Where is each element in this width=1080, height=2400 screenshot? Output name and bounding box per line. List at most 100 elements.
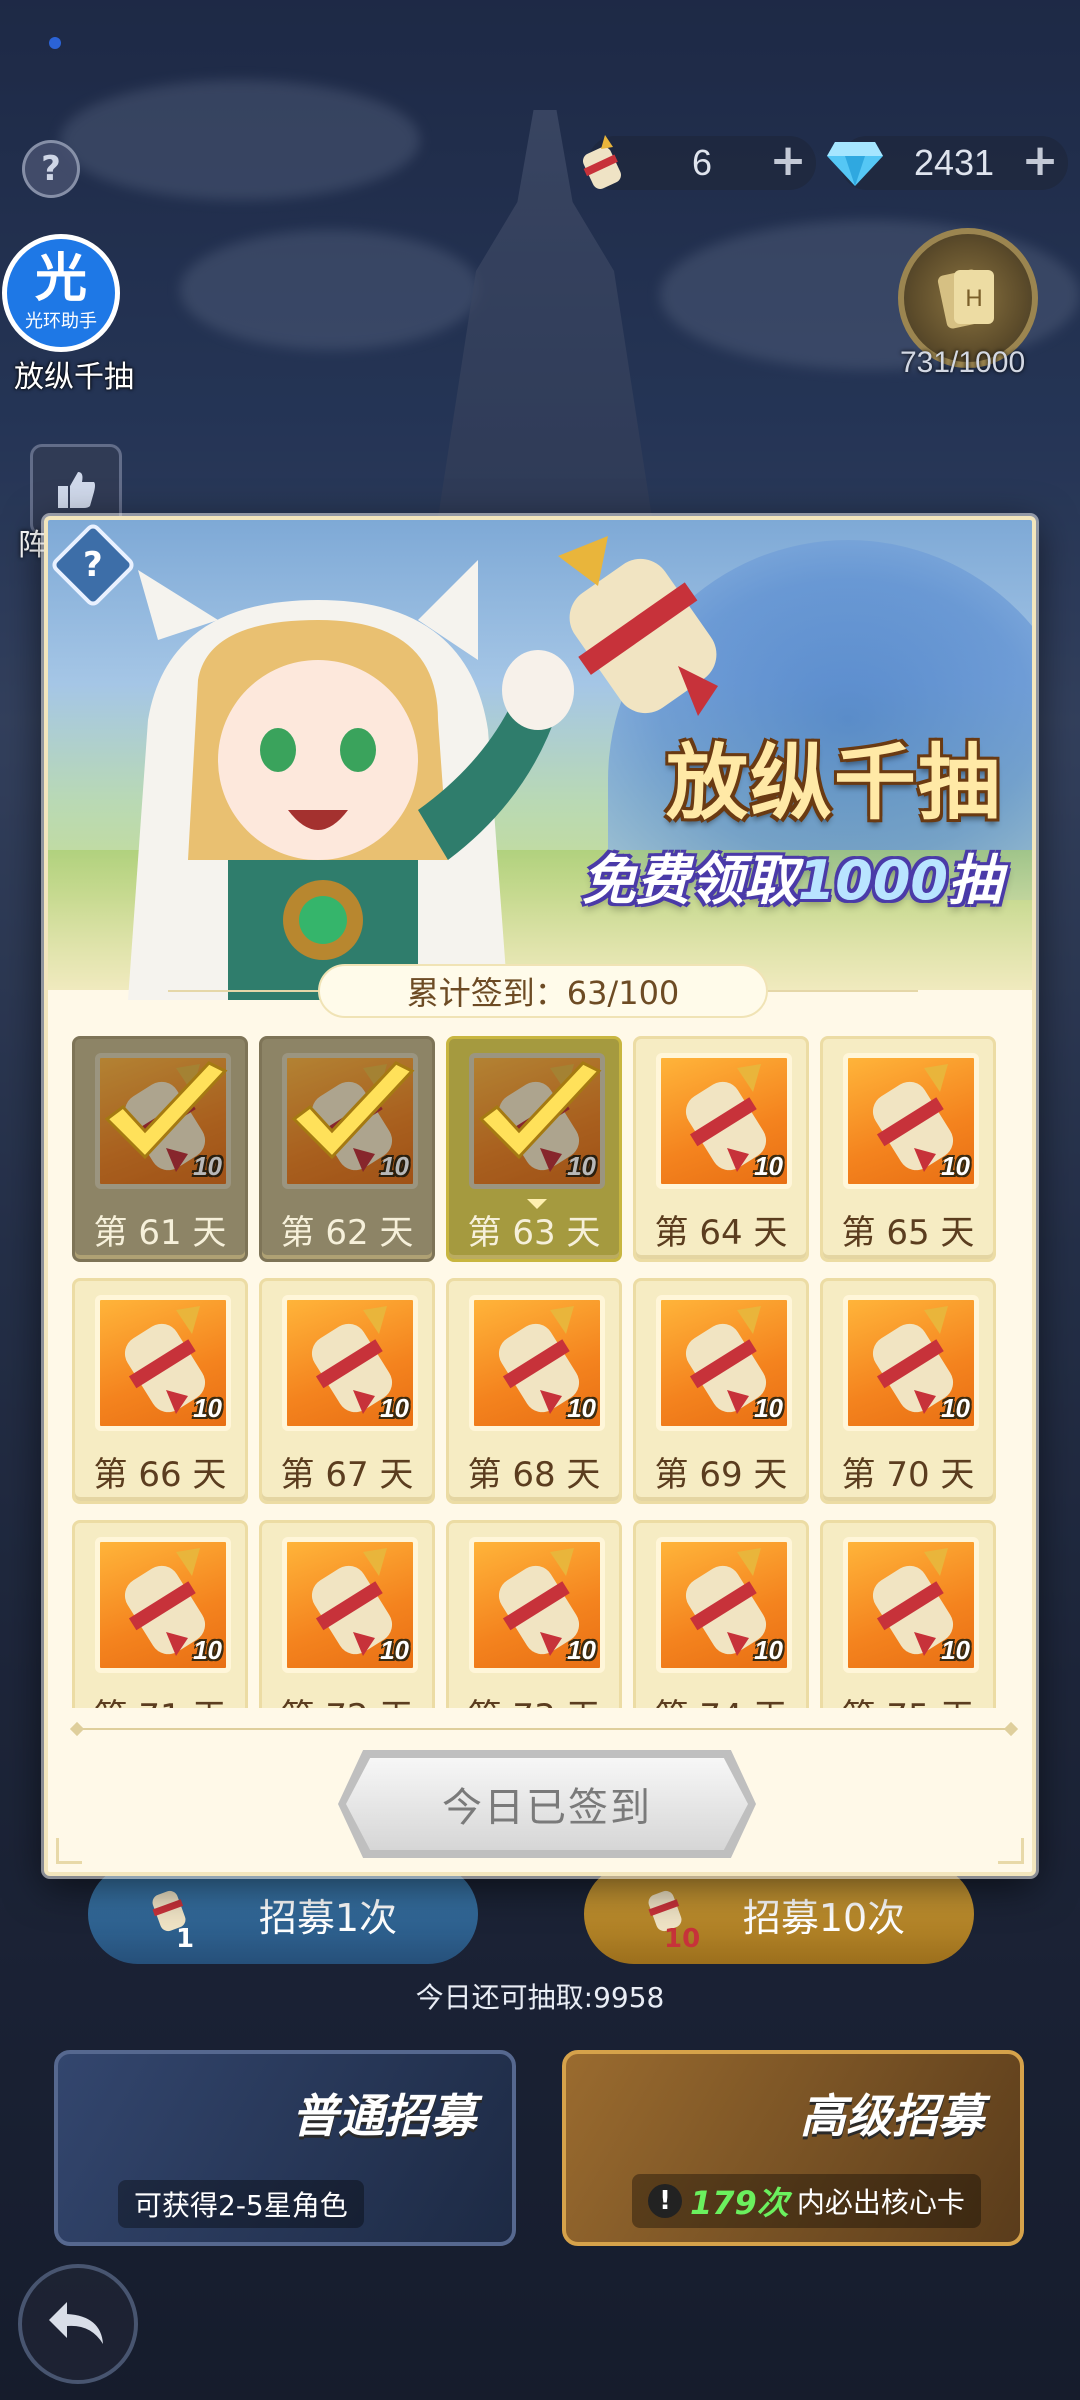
reward-thumbnail: 10 <box>656 1537 792 1673</box>
reward-thumbnail: 10 <box>282 1537 418 1673</box>
reward-quantity: 10 <box>567 1393 596 1423</box>
recruit-scroll-icon <box>558 536 718 716</box>
help-button[interactable]: ? <box>22 140 80 198</box>
reward-quantity: 10 <box>941 1151 970 1181</box>
reward-quantity: 10 <box>754 1393 783 1423</box>
recruit-once-cost: 1 <box>176 1924 195 1954</box>
reward-quantity: 10 <box>193 1393 222 1423</box>
assistant-badge-glyph: 光 <box>34 249 87 309</box>
day-label: 第 67 天 <box>280 1455 414 1495</box>
checkmark-icon <box>478 1061 602 1160</box>
recruit-scroll-icon <box>568 128 638 198</box>
question-icon: ? <box>41 149 61 189</box>
day-reward-cell[interactable]: 10 第 68 天 <box>446 1278 622 1504</box>
normal-recruit-banner[interactable]: 普通招募 可获得2-5星角色 <box>54 2050 516 2246</box>
day-reward-cell[interactable]: 10 第 64 天 <box>633 1036 809 1262</box>
assistant-badge-label: 光环助手 <box>25 311 97 332</box>
reward-quantity: 10 <box>941 1635 970 1665</box>
day-reward-cell[interactable]: 10 第 62 天 <box>259 1036 435 1262</box>
signed-today-button[interactable]: 今日已签到 <box>346 1758 748 1850</box>
reward-thumbnail: 10 <box>656 1295 792 1431</box>
day-label: 第 61 天 <box>93 1213 227 1253</box>
reward-quantity: 10 <box>193 1635 222 1665</box>
svg-text:H: H <box>965 285 982 312</box>
reward-thumbnail: 10 <box>282 1295 418 1431</box>
advanced-recruit-subtitle: ! 179次 内必出核心卡 <box>632 2174 981 2228</box>
status-dot <box>49 37 61 49</box>
day-reward-cell[interactable]: 10 第 73 天 <box>446 1520 622 1708</box>
add-gem-button[interactable]: + <box>1018 139 1062 185</box>
day-reward-cell[interactable]: 10 第 75 天 <box>820 1520 996 1708</box>
reward-thumbnail: 10 <box>95 1537 231 1673</box>
day-label: 第 68 天 <box>467 1455 601 1495</box>
checkmark-icon <box>291 1061 415 1160</box>
day-reward-cell[interactable]: 10 第 67 天 <box>259 1278 435 1504</box>
event-title: 放纵千抽 <box>665 736 1002 831</box>
scroll-count: 6 <box>691 142 713 183</box>
day-label: 第 72 天 <box>262 1689 432 1708</box>
recruit-once-label: 招募1次 <box>258 1895 398 1940</box>
day-reward-cell[interactable]: 10 第 66 天 <box>72 1278 248 1504</box>
diamond-icon <box>820 128 890 198</box>
recruit-ten-label: 招募10次 <box>742 1895 906 1940</box>
advanced-recruit-title: 高级招募 <box>800 2089 984 2143</box>
back-button[interactable] <box>18 2264 138 2384</box>
scroll-currency: 6 + <box>583 135 816 190</box>
recruit-ten-button[interactable]: 10 招募10次 <box>584 1864 974 1964</box>
card-deck-icon: H <box>937 269 994 329</box>
day-reward-cell[interactable]: 10 第 69 天 <box>633 1278 809 1504</box>
back-arrow-icon <box>49 2302 103 2344</box>
day-label: 第 71 天 <box>75 1689 245 1708</box>
day-reward-cell[interactable]: 10 第 74 天 <box>633 1520 809 1708</box>
day-reward-cell[interactable]: 10 第 72 天 <box>259 1520 435 1708</box>
daily-reward-grid[interactable]: 10 第 61 天 10 第 62 天 10 第 63 天 10 第 64 天 10 第 65 天… <box>68 1030 1012 1708</box>
day-label: 第 64 天 <box>654 1213 788 1253</box>
day-reward-cell[interactable]: 10 第 65 天 <box>820 1036 996 1262</box>
day-label: 第 73 天 <box>449 1689 619 1708</box>
reward-thumbnail: 10 <box>843 1295 979 1431</box>
normal-recruit-subtitle: 可获得2-5星角色 <box>118 2180 364 2228</box>
reward-quantity: 10 <box>941 1393 970 1423</box>
event-subtitle: 免费领取1000抽 <box>581 849 1002 912</box>
reward-quantity: 10 <box>754 1151 783 1181</box>
reward-quantity: 10 <box>380 1393 409 1423</box>
normal-recruit-title: 普通招募 <box>292 2089 476 2143</box>
gem-count: 2431 <box>913 142 995 183</box>
reward-thumbnail: 10 <box>843 1053 979 1189</box>
reward-thumbnail: 10 <box>95 1295 231 1431</box>
day-label: 第 66 天 <box>93 1455 227 1495</box>
day-reward-cell[interactable]: 10 第 70 天 <box>820 1278 996 1504</box>
reward-quantity: 10 <box>754 1635 783 1665</box>
checkmark-icon <box>104 1061 228 1160</box>
recruit-ten-cost: 10 <box>664 1924 701 1954</box>
pity-text: 内必出核心卡 <box>796 2186 965 2219</box>
day-label: 第 69 天 <box>654 1455 788 1495</box>
event-entry-label[interactable]: 放纵千抽 <box>14 352 134 396</box>
thumbs-up-icon <box>58 472 95 508</box>
modal-banner: ? 放纵千抽 免费领取1000抽 <box>48 520 1032 1000</box>
day-reward-cell[interactable]: 10 第 71 天 <box>72 1520 248 1708</box>
card-progress-text: 731/1000 <box>900 346 1026 379</box>
reward-quantity: 10 <box>380 1635 409 1665</box>
assistant-badge[interactable]: 光 光环助手 <box>2 234 120 352</box>
remaining-draws-text: 今日还可抽取:9958 <box>415 1981 665 2014</box>
day-label: 第 70 天 <box>841 1455 975 1495</box>
day-label: 第 63 天 <box>467 1213 601 1253</box>
reward-thumbnail: 10 <box>469 1295 605 1431</box>
day-label: 第 74 天 <box>636 1689 806 1708</box>
signin-event-modal: ? 放纵千抽 免费领取1000抽 累计签到：63/100 10 第 61 天 10 第… <box>44 516 1036 1876</box>
signin-progress: 累计签到：63/100 <box>318 964 768 1018</box>
reward-thumbnail: 10 <box>843 1537 979 1673</box>
reward-thumbnail: 10 <box>469 1537 605 1673</box>
gem-currency: 2431 + <box>827 136 1068 190</box>
question-icon: ? <box>83 544 103 585</box>
add-scroll-button[interactable]: + <box>766 139 810 185</box>
advanced-recruit-banner[interactable]: 高级招募 ! 179次 内必出核心卡 <box>562 2050 1024 2246</box>
reward-quantity: 10 <box>567 1635 596 1665</box>
day-reward-cell[interactable]: 10 第 61 天 <box>72 1036 248 1262</box>
reward-thumbnail: 10 <box>656 1053 792 1189</box>
recruit-once-button[interactable]: 1 招募1次 <box>88 1864 478 1964</box>
exclamation-icon: ! <box>648 2184 682 2218</box>
day-reward-cell[interactable]: 10 第 63 天 <box>446 1036 622 1262</box>
pity-count: 179次 <box>690 2184 789 2222</box>
